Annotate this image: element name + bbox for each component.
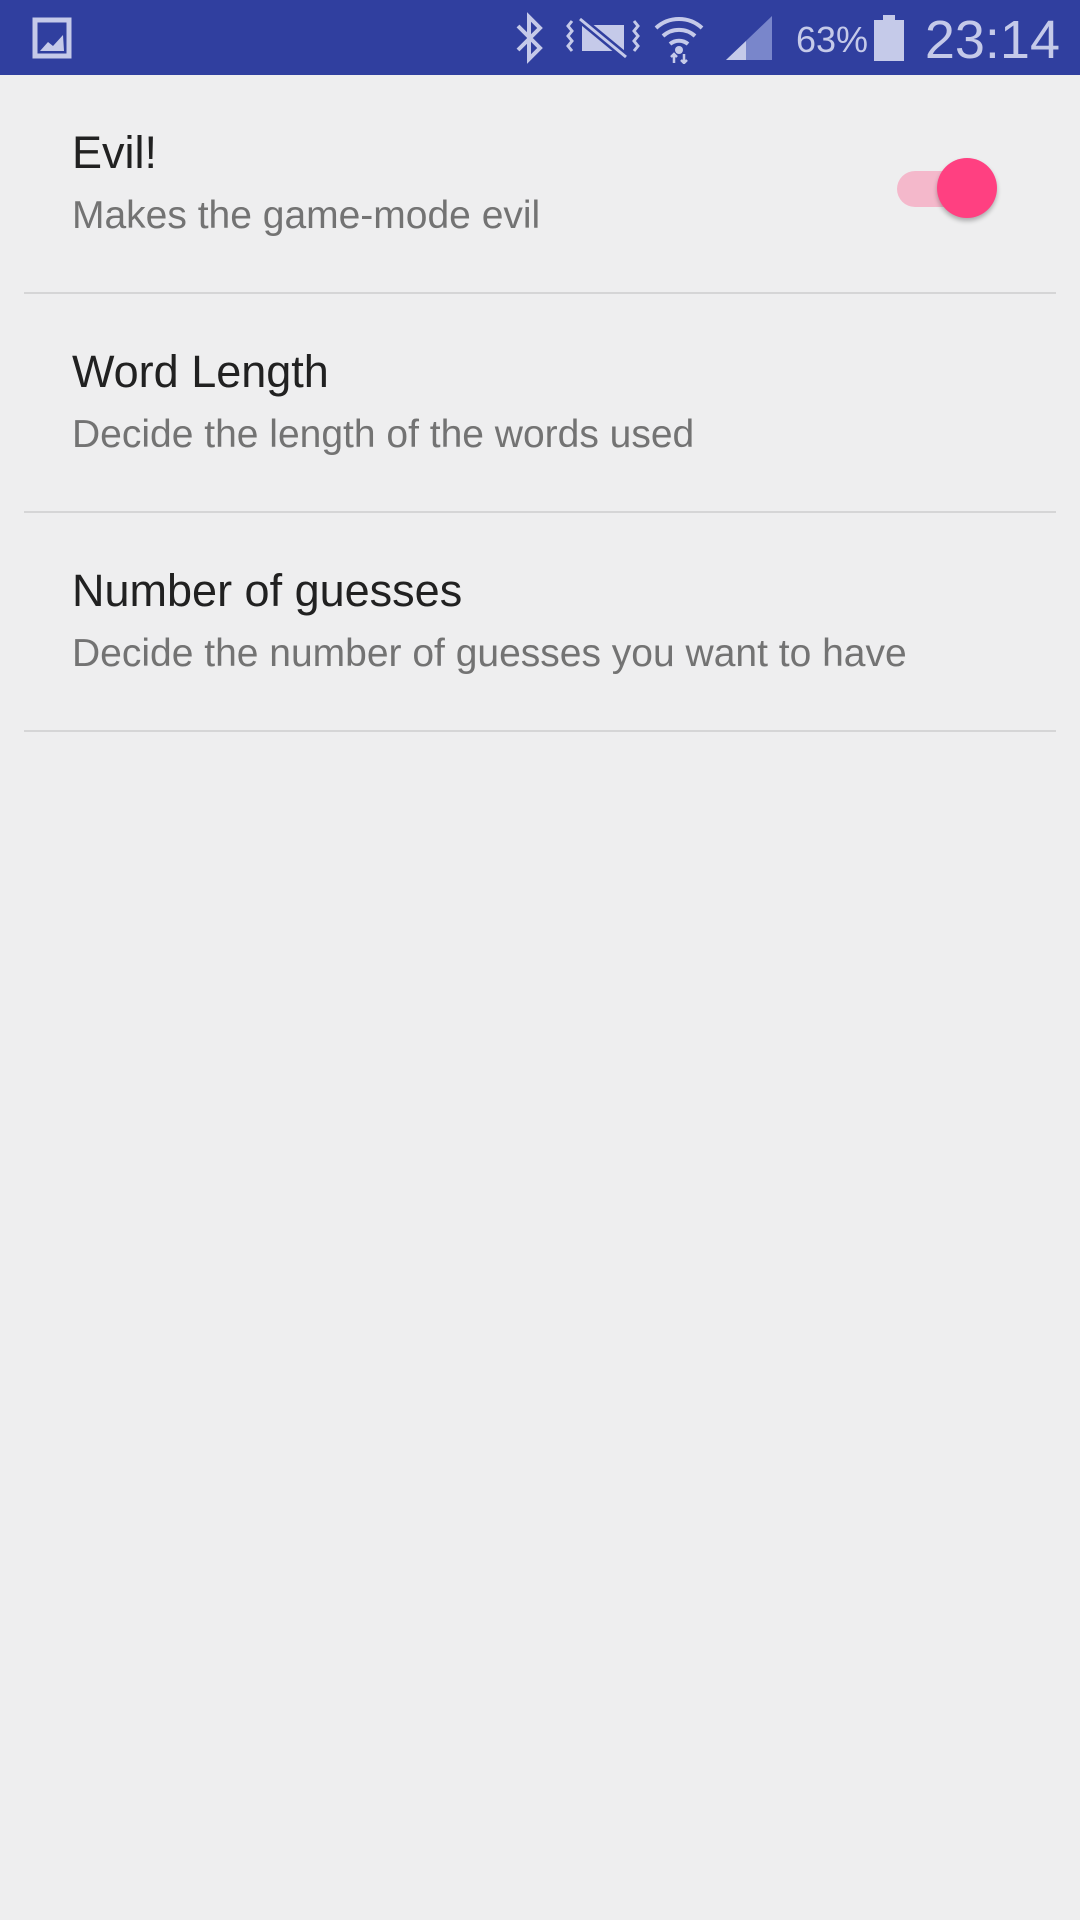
- settings-list: Evil! Makes the game-mode evil Word Leng…: [0, 75, 1080, 732]
- pref-title: Evil!: [72, 127, 158, 178]
- divider: [24, 730, 1056, 732]
- vibrate-mute-icon: [566, 0, 640, 75]
- pref-number-of-guesses[interactable]: Number of guesses Decide the number of g…: [0, 513, 1080, 732]
- switch-thumb: [937, 158, 997, 218]
- wifi-icon: [652, 0, 706, 75]
- battery-percent: 63%: [796, 19, 869, 60]
- pref-summary: Decide the number of guesses you want to…: [72, 632, 907, 675]
- battery-icon: [872, 0, 906, 75]
- evil-mode-switch[interactable]: [893, 153, 999, 218]
- clock: 23:14: [924, 10, 1060, 70]
- pref-title: Word Length: [72, 346, 329, 397]
- pref-evil-mode[interactable]: Evil! Makes the game-mode evil: [0, 75, 1080, 294]
- gallery-icon: [30, 0, 74, 75]
- cell-signal-icon: [722, 0, 776, 75]
- pref-word-length[interactable]: Word Length Decide the length of the wor…: [0, 294, 1080, 513]
- status-bar: 63% 23:14: [0, 0, 1080, 75]
- pref-summary: Decide the length of the words used: [72, 413, 695, 456]
- bluetooth-icon: [508, 0, 552, 75]
- pref-summary: Makes the game-mode evil: [72, 194, 541, 237]
- pref-title: Number of guesses: [72, 565, 463, 616]
